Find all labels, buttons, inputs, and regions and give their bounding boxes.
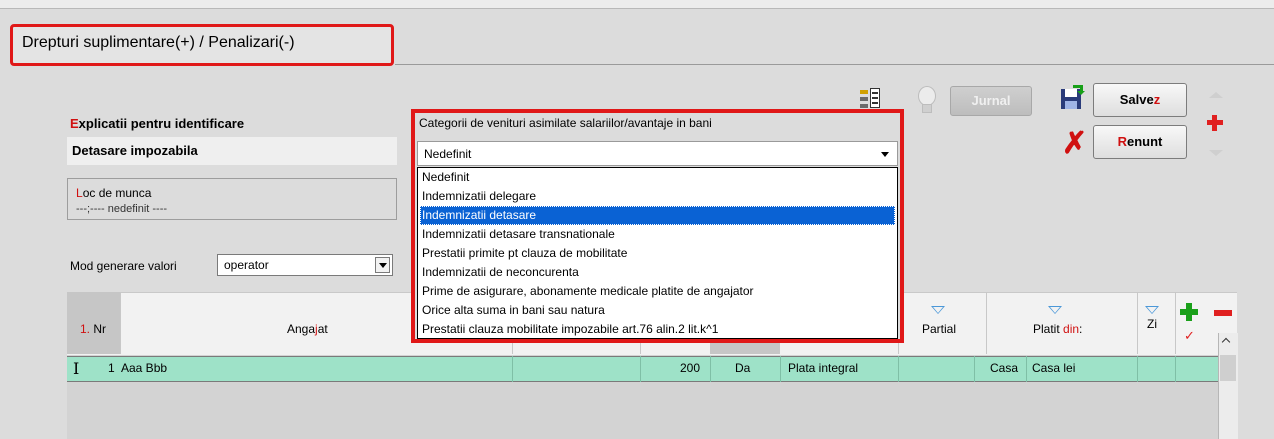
sort-platit-icon[interactable] (1048, 306, 1062, 314)
add-row-icon[interactable] (1180, 303, 1198, 321)
mod-generare-value: operator (224, 258, 269, 272)
salvez-label-a: Salve (1119, 92, 1154, 107)
renunt-label-b: enunt (1127, 134, 1163, 149)
platit-a: Platit (1033, 322, 1064, 336)
sort-partial-icon[interactable] (931, 306, 945, 314)
loc-de-munca-value: ---;---- nedefinit ---- (76, 203, 168, 215)
explicatii-label-accent: E (70, 116, 79, 131)
nr-rest: Nr (90, 322, 107, 336)
row-separator (1026, 356, 1027, 382)
jurnal-button[interactable]: Jurnal (950, 86, 1032, 116)
row-cursor-icon: I (73, 359, 80, 378)
platit-c: : (1079, 322, 1083, 336)
grid-col-separator (120, 292, 121, 354)
row-separator (1137, 356, 1138, 382)
angajat-a: Anga (287, 322, 316, 336)
cell-casa-lei[interactable]: Casa lei (1032, 361, 1075, 375)
categorii-highlight-box (411, 109, 904, 343)
mod-generare-label: Mod generare valori (70, 259, 177, 273)
sort-zi-icon[interactable] (1145, 306, 1159, 314)
cell-da[interactable]: Da (735, 361, 750, 375)
save-icon (1059, 85, 1085, 111)
renunt-button[interactable]: Renunt (1093, 125, 1187, 159)
grid-header-angajat[interactable]: Angajat (287, 322, 328, 336)
lightbulb-icon[interactable] (915, 84, 937, 118)
window-top-edge (0, 0, 1274, 9)
grid-header-zi[interactable]: Zi (1147, 317, 1157, 331)
row-separator (974, 356, 975, 382)
cell-nr[interactable]: 1 (108, 361, 115, 375)
grid-col-separator (1175, 292, 1176, 354)
grid-col-separator (1137, 292, 1138, 354)
explicatii-field[interactable]: Detasare impozabila (67, 137, 397, 165)
title-divider (395, 64, 1274, 65)
add-icon[interactable] (1207, 115, 1223, 131)
row-separator (1175, 356, 1176, 382)
cell-casa[interactable]: Casa (990, 361, 1018, 375)
row-separator (710, 356, 711, 382)
row-separator (780, 356, 781, 382)
salvez-label-b: z (1153, 92, 1161, 107)
angajat-c: at (317, 322, 328, 336)
check-icon[interactable]: ✓ (1184, 328, 1195, 344)
chevron-down-icon[interactable] (375, 257, 390, 273)
explicatii-label-rest: xplicatii pentru identificare (78, 116, 245, 131)
explicatii-label: Explicatii pentru identificare (70, 116, 244, 131)
nr-accent: 1. (80, 322, 91, 336)
scroll-up-icon[interactable] (1218, 333, 1237, 351)
row-separator (640, 356, 641, 382)
cell-suma[interactable]: 200 (680, 361, 700, 375)
grid-col-separator (986, 292, 987, 354)
page-title: Drepturi suplimentare(+) / Penalizari(-) (22, 34, 295, 51)
grid-header-partial[interactable]: Partial (922, 322, 956, 336)
grid-header-nr-label: 1. Nr (80, 322, 106, 336)
salvez-button[interactable]: Salvez (1093, 83, 1187, 117)
renunt-label-a: R (1117, 134, 1127, 149)
cancel-icon: ✗ (1062, 127, 1088, 160)
loc-de-munca-label: Loc de munca (76, 186, 151, 200)
move-up-icon[interactable] (1209, 92, 1223, 98)
loc-label-accent: L (76, 186, 83, 200)
row-separator (512, 356, 513, 382)
mod-generare-select[interactable]: operator (217, 254, 393, 276)
remove-row-icon[interactable] (1214, 310, 1232, 316)
grid-header-platit-din[interactable]: Platit din: (1033, 322, 1082, 336)
platit-b: din (1063, 322, 1080, 336)
move-down-icon[interactable] (1209, 150, 1223, 156)
cell-angajat[interactable]: Aaa Bbb (121, 361, 167, 375)
loc-label-rest: oc de munca (82, 186, 152, 200)
cell-plata[interactable]: Plata integral (788, 361, 858, 375)
tree-view-icon[interactable] (860, 88, 880, 108)
scrollbar-thumb[interactable] (1220, 355, 1236, 381)
row-separator (898, 356, 899, 382)
